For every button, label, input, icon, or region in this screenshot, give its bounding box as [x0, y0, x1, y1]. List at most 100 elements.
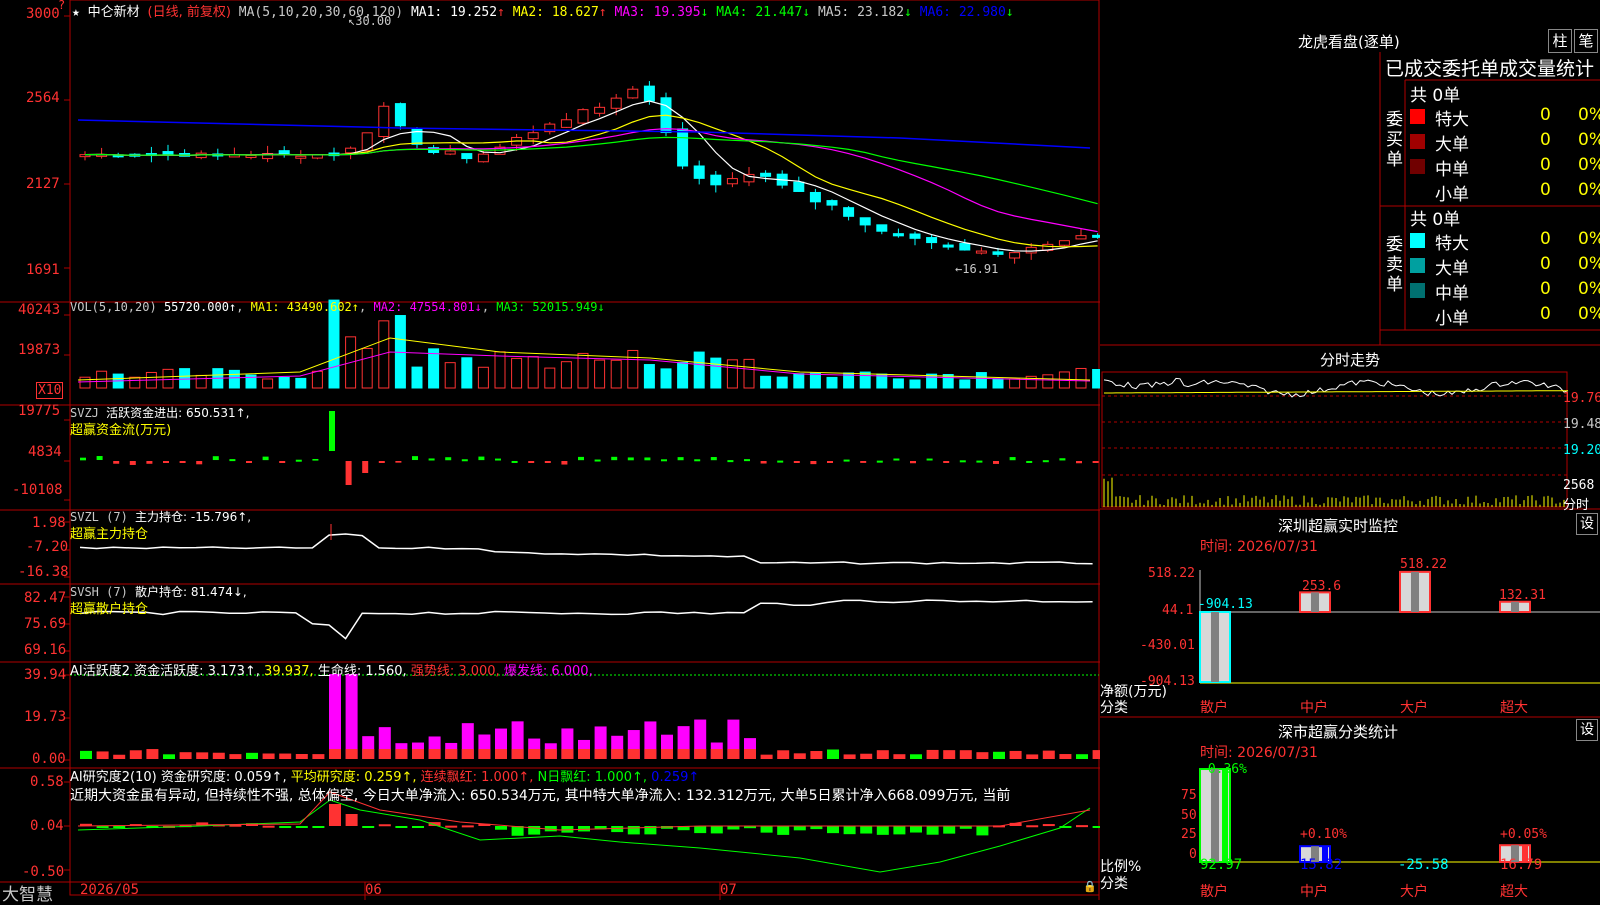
swatch-icon [1410, 159, 1425, 174]
candle [876, 224, 888, 232]
volume-bar [311, 370, 323, 389]
flow-bar [827, 461, 833, 463]
flow-bar [1026, 460, 1033, 463]
activity-bar [544, 749, 557, 759]
monitor-value-label: 132.31 [1499, 588, 1546, 603]
ma1-label: MA1: 19.252↑ [410, 5, 505, 20]
monitor-bar-shade [1311, 592, 1319, 612]
swatch-icon [1410, 109, 1425, 124]
candle [1092, 234, 1100, 238]
y-tick-svsh: 82.47 [24, 590, 67, 606]
flow-bar [910, 461, 916, 464]
intraday-price-line [1103, 377, 1569, 398]
lhb-tabs[interactable]: 已成交委托单成交量统计 [1385, 54, 1600, 81]
order-count: 0 [1540, 229, 1551, 249]
y-tick-svsh: 75.69 [24, 616, 67, 632]
order-percent: 0% [1578, 105, 1600, 125]
volume-bar [1075, 367, 1087, 389]
intraday-avg-line [1104, 390, 1568, 394]
volume-bar [926, 373, 938, 389]
flow-bar [644, 457, 651, 461]
activity-bar [345, 674, 358, 759]
order-percent: 0% [1578, 180, 1600, 200]
volume-bar [1092, 369, 1100, 389]
candle [992, 251, 1004, 255]
activity-bar [378, 749, 391, 759]
monitor-value-label: 518.22 [1400, 557, 1447, 572]
candle [162, 151, 174, 156]
research-bar [329, 804, 341, 826]
volume-bar [411, 366, 423, 389]
activity-bar [976, 752, 989, 759]
volume-bar [179, 368, 191, 389]
tick-mode-button[interactable]: 笔 [1574, 29, 1598, 53]
lock-icon[interactable]: 🔒 [1083, 880, 1097, 893]
activity-bar [329, 749, 341, 759]
activity-bar [1009, 750, 1022, 759]
order-count: 0 [1540, 279, 1551, 299]
research-bar [378, 824, 391, 827]
classify-top-label: +0.05% [1500, 827, 1547, 842]
flow-bar [710, 457, 717, 461]
intraday-y-tick: 19.76 [1563, 391, 1600, 406]
favorite-star-icon[interactable]: ★ [72, 5, 80, 20]
y-tick-vol: 40243 [18, 302, 61, 318]
activity-bar [129, 750, 142, 759]
classify-axis-sub: 分类 [1100, 876, 1128, 892]
x-tick-label: 07 [720, 882, 737, 898]
candle [859, 217, 871, 226]
monitor-axis-sub: 分类 [1100, 700, 1128, 716]
research-bar [428, 822, 441, 826]
ma5-label: MA5: 23.182↓ [817, 5, 912, 20]
bar-mode-button[interactable]: 柱 [1548, 29, 1572, 53]
flow-bar [412, 456, 418, 461]
research-bar [893, 826, 906, 835]
activity-bar [810, 751, 823, 759]
order-type-label: 中单 [1435, 160, 1469, 180]
flow-bar [1042, 460, 1049, 463]
main-chart-svg[interactable] [0, 0, 1100, 900]
research-bar [910, 826, 922, 833]
period-label[interactable]: (日线, 前复权) [148, 5, 231, 20]
y-tick-svzl: -7.20 [26, 539, 69, 555]
research-bar [1076, 825, 1088, 828]
volume-bar [594, 359, 606, 389]
y-tick-ai2: 0.58 [30, 774, 64, 790]
flow-bar [345, 461, 352, 485]
flow-bar [378, 461, 385, 463]
research-bar [511, 826, 524, 836]
classify-top-label: -0.36% [1200, 762, 1247, 777]
volume-bar [162, 368, 174, 389]
classify-y-tick: 75 [1181, 788, 1197, 803]
activity-bar [96, 751, 109, 759]
candle [643, 85, 655, 102]
stock-name[interactable]: 中仑新材 [88, 5, 140, 20]
activity-bar [760, 754, 773, 759]
monitor-title: 深圳超赢实时监控 [1278, 517, 1399, 535]
chart-area[interactable] [0, 0, 1100, 900]
volume-bar [743, 358, 755, 389]
flow-bar [727, 460, 734, 463]
intraday-title[interactable]: 分时走势 [1320, 349, 1380, 370]
activity-bar [793, 753, 806, 759]
activity-bar [959, 750, 972, 759]
activity-bar [246, 752, 258, 759]
volume-bar [361, 347, 373, 389]
volume-bar [826, 376, 838, 389]
activity-bar [926, 749, 939, 759]
activity-bar [329, 674, 341, 759]
flow-bar [495, 458, 501, 461]
classify-settings-button[interactable]: 设 [1576, 719, 1598, 741]
y-tick-main: 2127 [26, 176, 60, 192]
activity-bar [113, 754, 126, 759]
classify-category: 大户 [1400, 884, 1428, 900]
classify-top-label: +0.10% [1300, 827, 1347, 842]
volume-bar [859, 371, 871, 389]
candle [560, 119, 572, 128]
y-tick-svsh: 69.16 [24, 642, 67, 658]
volume-bar [710, 357, 722, 389]
monitor-settings-button[interactable]: 设 [1576, 513, 1598, 535]
vol-unit-badge: X10 [36, 382, 64, 399]
classify-bar-shade [1211, 769, 1219, 862]
candle [295, 155, 307, 159]
